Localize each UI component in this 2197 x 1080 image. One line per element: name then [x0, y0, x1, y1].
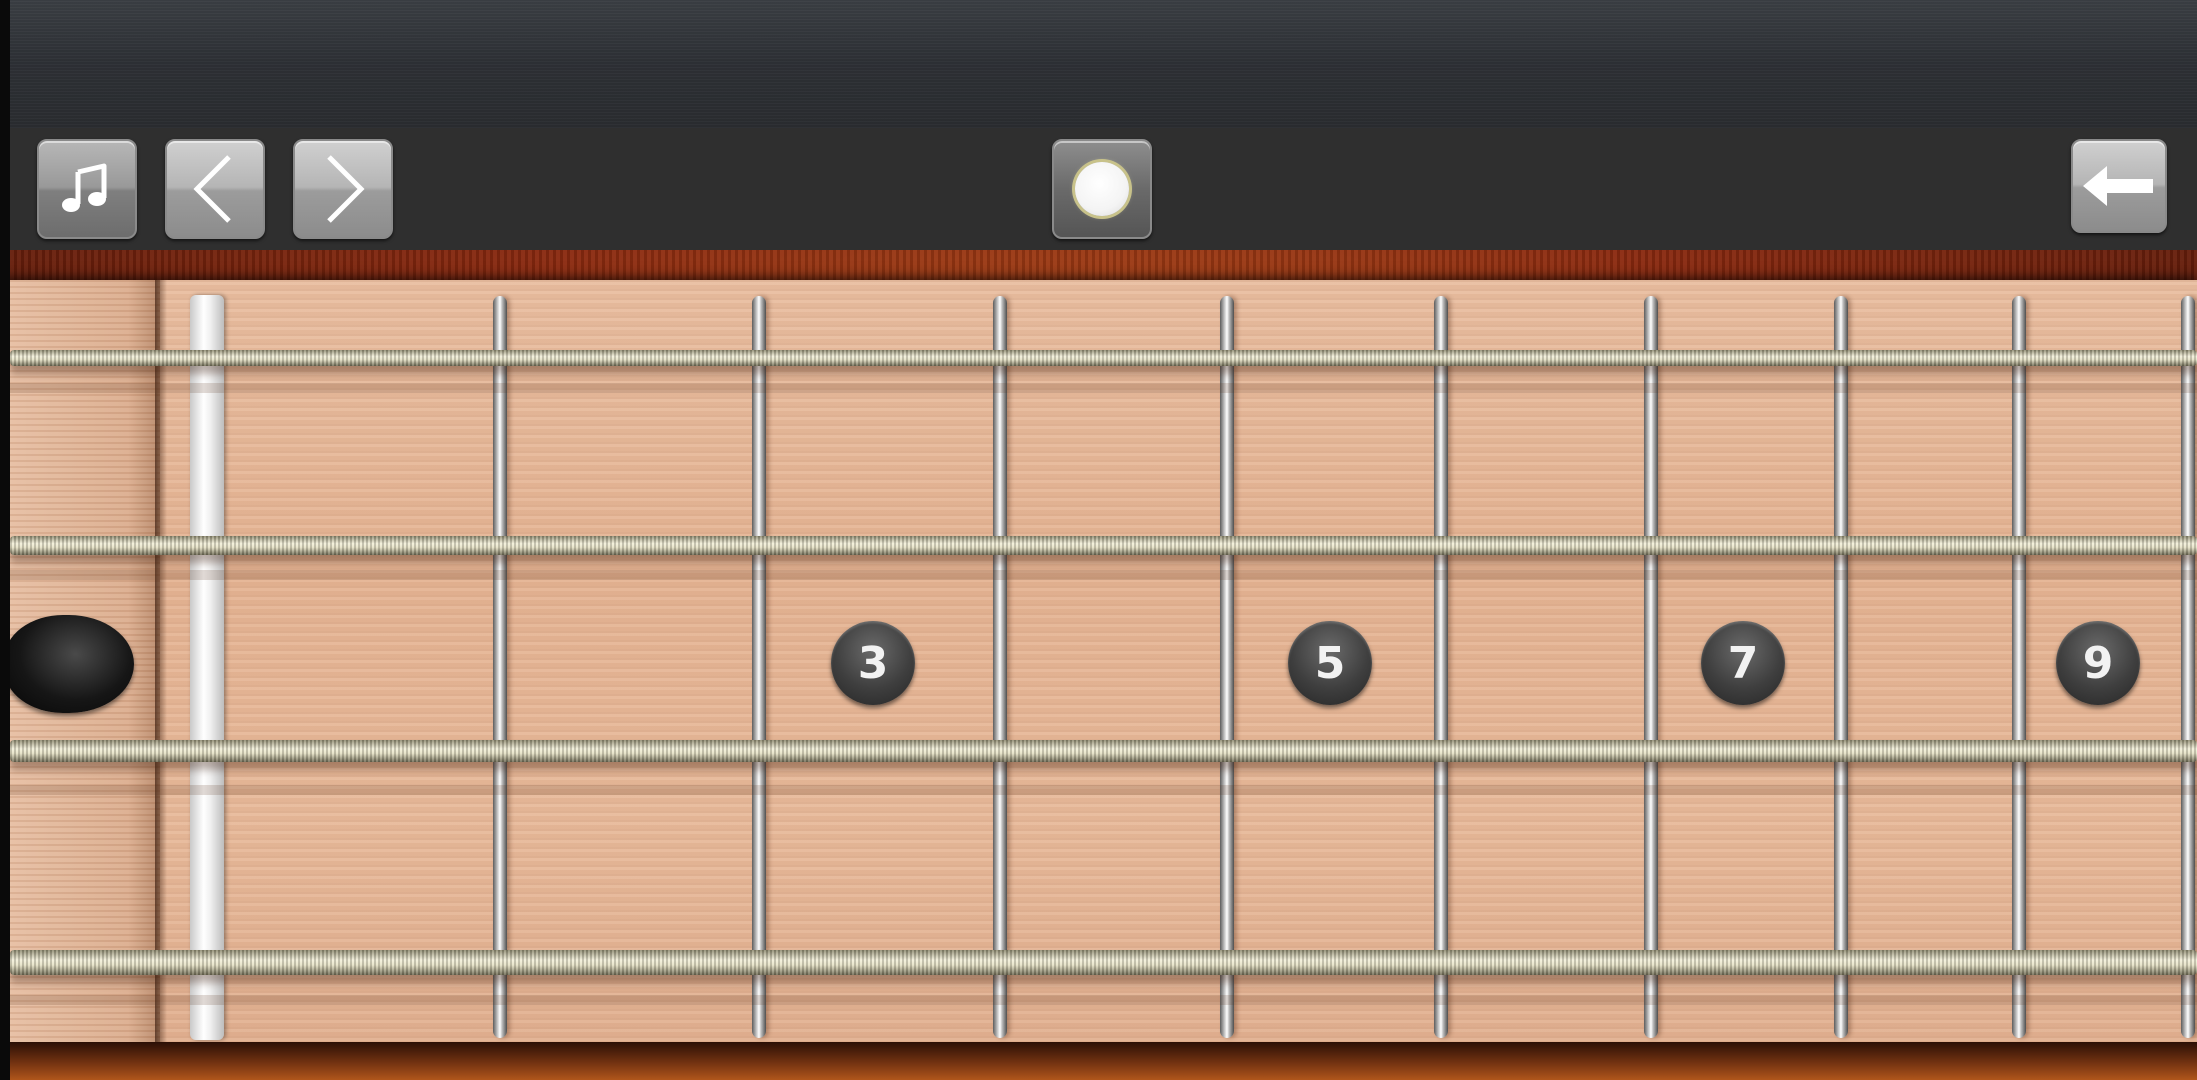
previous-button[interactable] [165, 139, 265, 239]
fret-4 [1220, 296, 1234, 1038]
fret-5 [1434, 296, 1448, 1038]
headstock-edge [155, 280, 167, 1045]
fret-9 [2181, 296, 2195, 1038]
string-2[interactable] [10, 536, 2197, 555]
fretboard[interactable] [0, 280, 2197, 1042]
top-header [0, 0, 2197, 128]
string-4-shadow [10, 995, 2197, 1005]
chevron-left-icon [185, 153, 245, 225]
tuning-peg [4, 615, 134, 713]
fret-7 [1834, 296, 1848, 1038]
music-note-button[interactable] [37, 139, 137, 239]
chevron-right-icon [313, 153, 373, 225]
bass-guitar-app: 3 5 7 9 [0, 0, 2197, 1080]
fret-1 [493, 296, 507, 1038]
back-button[interactable] [2071, 139, 2167, 233]
fret-6 [1644, 296, 1658, 1038]
guitar-body-bottom [0, 1042, 2197, 1080]
screen-edge [0, 0, 10, 1080]
string-3-shadow [10, 785, 2197, 795]
string-1-shadow [10, 383, 2197, 393]
string-1[interactable] [10, 350, 2197, 366]
record-button[interactable] [1052, 139, 1152, 239]
nut [190, 295, 224, 1040]
arrow-left-icon [2083, 164, 2155, 208]
fret-marker-9: 9 [2056, 621, 2140, 705]
fret-marker-3: 3 [831, 621, 915, 705]
fret-3 [993, 296, 1007, 1038]
fret-marker-7: 7 [1701, 621, 1785, 705]
string-2-shadow [10, 570, 2197, 580]
fret-marker-5: 5 [1288, 621, 1372, 705]
next-button[interactable] [293, 139, 393, 239]
record-icon [1075, 162, 1129, 216]
fret-8 [2012, 296, 2026, 1038]
music-note-icon [56, 158, 118, 220]
string-4[interactable] [10, 950, 2197, 975]
string-3[interactable] [10, 740, 2197, 762]
fret-2 [752, 296, 766, 1038]
